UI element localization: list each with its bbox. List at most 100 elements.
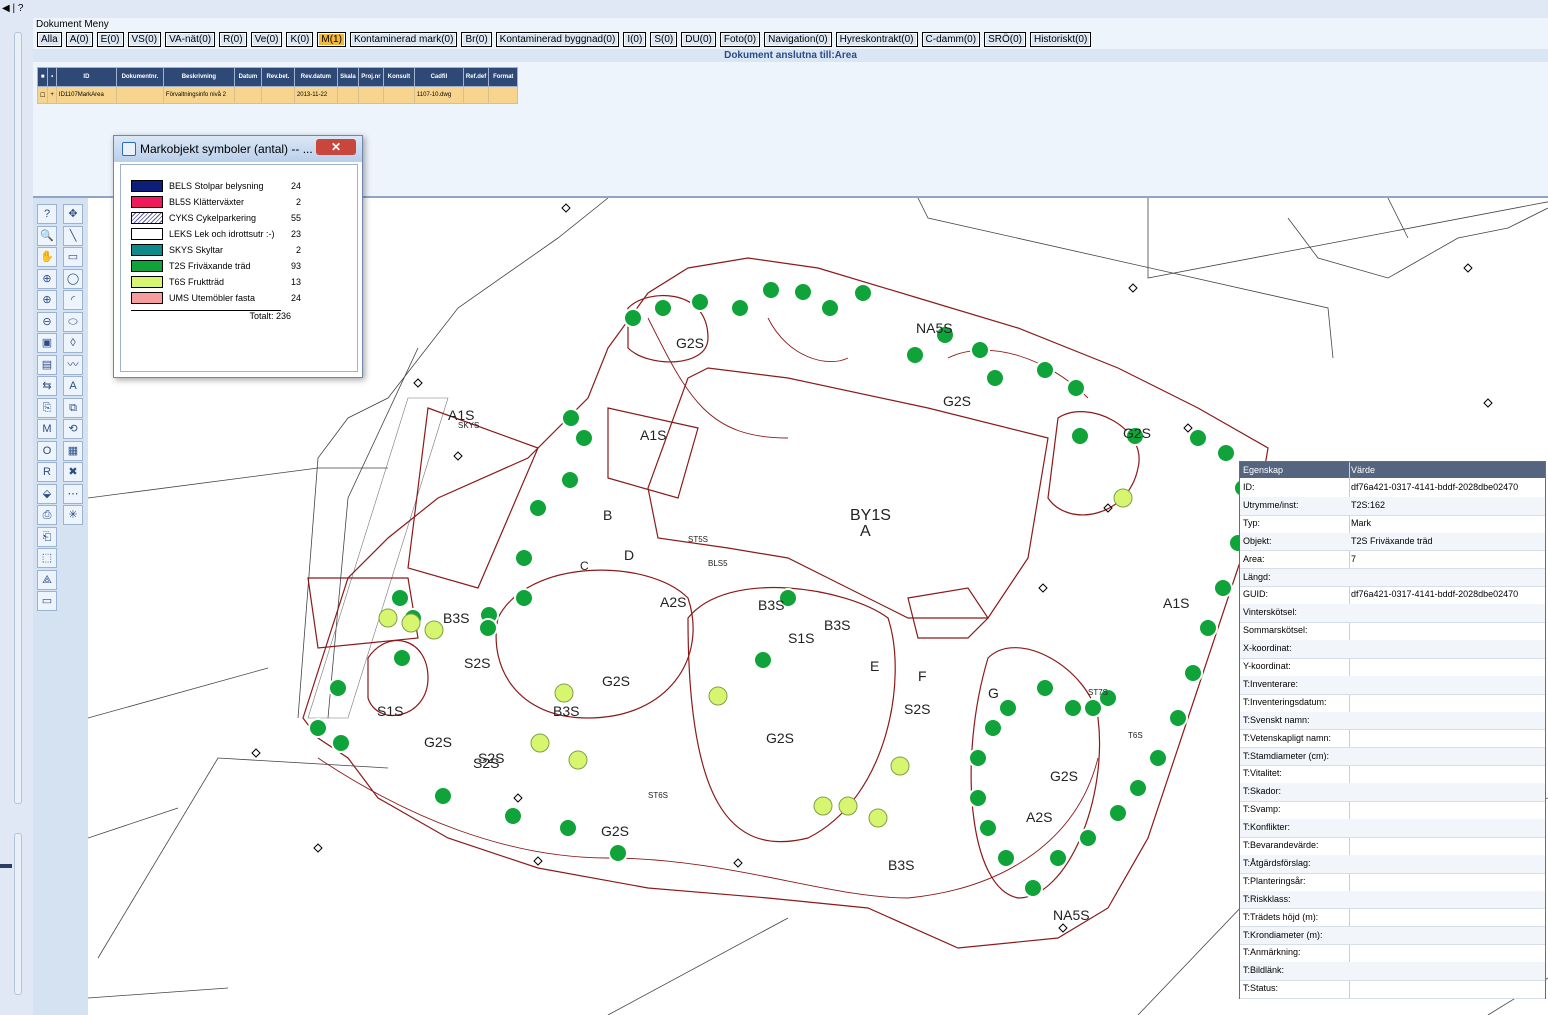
filter-chip[interactable]: R(0): [219, 32, 247, 47]
tree-symbol[interactable]: [1108, 803, 1128, 823]
left-scrollbar[interactable]: [14, 32, 22, 804]
tree-symbol[interactable]: [730, 298, 750, 318]
row-expand-toggle[interactable]: +: [47, 86, 57, 104]
fruit-tree-symbol[interactable]: [378, 608, 398, 628]
map-tool-3[interactable]: ╲: [63, 225, 83, 246]
row-checkbox[interactable]: ☐: [36, 86, 49, 104]
map-tool-0[interactable]: ?: [37, 204, 57, 224]
filter-chip[interactable]: I(0): [623, 32, 647, 47]
column-header[interactable]: Rev.bet.: [260, 67, 295, 87]
tree-symbol[interactable]: [558, 818, 578, 838]
column-header[interactable]: ID: [55, 67, 117, 87]
fruit-tree-symbol[interactable]: [890, 756, 910, 776]
tree-symbol[interactable]: [653, 298, 673, 318]
select-all-checkbox[interactable]: ■: [36, 67, 49, 87]
column-header[interactable]: Proj.nr: [357, 67, 384, 87]
tree-symbol[interactable]: [1213, 578, 1233, 598]
tree-symbol[interactable]: [1023, 878, 1043, 898]
map-tool-1[interactable]: ✥: [63, 204, 83, 224]
tree-symbol[interactable]: [853, 283, 873, 303]
tree-symbol[interactable]: [968, 748, 988, 768]
close-button[interactable]: ✕: [316, 139, 356, 155]
map-tool-7[interactable]: ◯: [63, 268, 83, 289]
filter-chip[interactable]: Ve(0): [250, 32, 283, 47]
tree-symbol[interactable]: [608, 843, 628, 863]
tree-symbol[interactable]: [392, 648, 412, 668]
tree-symbol[interactable]: [433, 786, 453, 806]
tree-symbol[interactable]: [478, 618, 498, 638]
tree-symbol[interactable]: [983, 718, 1003, 738]
fruit-tree-symbol[interactable]: [568, 750, 588, 770]
tree-symbol[interactable]: [1063, 698, 1083, 718]
map-tool-5[interactable]: ▭: [63, 247, 83, 267]
tree-symbol[interactable]: [514, 548, 534, 568]
lamp-symbol[interactable]: [1058, 923, 1068, 933]
map-tool-4[interactable]: ✋: [37, 247, 57, 267]
map-tool-25[interactable]: ✖: [63, 462, 83, 482]
tree-symbol[interactable]: [1128, 778, 1148, 798]
filter-chip[interactable]: Br(0): [461, 32, 492, 47]
lamp-symbol[interactable]: [1483, 398, 1493, 408]
legend-titlebar[interactable]: Markobjekt symboler (antal) -- ... ✕: [114, 136, 362, 162]
table-cell[interactable]: ID1107MarkArea: [55, 86, 117, 104]
tree-symbol[interactable]: [561, 408, 581, 428]
map-tool-16[interactable]: ⇆: [37, 376, 57, 396]
lamp-symbol[interactable]: [533, 856, 543, 866]
lamp-symbol[interactable]: [1183, 423, 1193, 433]
tree-symbol[interactable]: [528, 498, 548, 518]
tree-symbol[interactable]: [1198, 618, 1218, 638]
map-tool-29[interactable]: ✳: [63, 505, 83, 525]
lamp-symbol[interactable]: [561, 203, 571, 213]
tree-symbol[interactable]: [560, 470, 580, 490]
filter-chip[interactable]: Navigation(0): [764, 32, 832, 47]
map-tool-28[interactable]: ⎙: [37, 505, 57, 525]
map-tool-20[interactable]: M: [37, 419, 57, 439]
map-tool-18[interactable]: ⎘: [37, 397, 57, 418]
column-header[interactable]: Cadfil: [413, 67, 464, 87]
tree-symbol[interactable]: [1083, 698, 1103, 718]
tree-symbol[interactable]: [514, 588, 534, 608]
tree-symbol[interactable]: [970, 340, 990, 360]
map-tool-27[interactable]: ⋯: [63, 483, 83, 504]
tree-symbol[interactable]: [690, 292, 710, 312]
tree-symbol[interactable]: [574, 428, 594, 448]
tree-symbol[interactable]: [1148, 748, 1168, 768]
fruit-tree-symbol[interactable]: [1113, 488, 1133, 508]
expand-all-toggle[interactable]: •: [47, 67, 57, 87]
left-scrollbar-lower[interactable]: [14, 833, 22, 995]
filter-chip[interactable]: S(0): [650, 32, 678, 47]
fruit-tree-symbol[interactable]: [868, 808, 888, 828]
filter-chip[interactable]: Kontaminerad byggnad(0): [495, 32, 620, 47]
tree-symbol[interactable]: [1048, 848, 1068, 868]
lamp-symbol[interactable]: [1128, 283, 1138, 293]
lamp-symbol[interactable]: [413, 378, 423, 388]
column-header[interactable]: Skala: [336, 67, 359, 87]
map-tool-12[interactable]: ▣: [37, 333, 57, 353]
lamp-symbol[interactable]: [1103, 503, 1113, 513]
tree-symbol[interactable]: [761, 280, 781, 300]
map-tool-19[interactable]: ⧉: [63, 397, 83, 418]
tree-symbol[interactable]: [996, 848, 1016, 868]
tree-symbol[interactable]: [503, 806, 523, 826]
map-tool-17[interactable]: A: [63, 376, 83, 396]
map-tool-14[interactable]: ▤: [37, 354, 57, 375]
filter-chip[interactable]: SRÖ(0): [984, 32, 1026, 47]
tree-symbol[interactable]: [1183, 663, 1203, 683]
tree-symbol[interactable]: [978, 818, 998, 838]
map-tool-26[interactable]: ⬙: [37, 483, 57, 504]
tree-symbol[interactable]: [985, 368, 1005, 388]
tree-symbol[interactable]: [753, 650, 773, 670]
column-header[interactable]: Beskrivning: [162, 67, 235, 87]
map-tool-36[interactable]: ▭: [37, 591, 57, 611]
tree-symbol[interactable]: [968, 788, 988, 808]
fruit-tree-symbol[interactable]: [401, 613, 421, 633]
map-tool-21[interactable]: ⟲: [63, 419, 83, 439]
tree-symbol[interactable]: [328, 678, 348, 698]
column-header[interactable]: Dokumentnr.: [115, 67, 164, 87]
filter-chip[interactable]: Foto(0): [719, 32, 761, 47]
fruit-tree-symbol[interactable]: [708, 686, 728, 706]
lamp-symbol[interactable]: [453, 451, 463, 461]
filter-chip[interactable]: A(0): [65, 32, 93, 47]
nav-controls[interactable]: ◀ | ?: [2, 3, 23, 14]
column-header[interactable]: Ref.def: [462, 67, 490, 87]
